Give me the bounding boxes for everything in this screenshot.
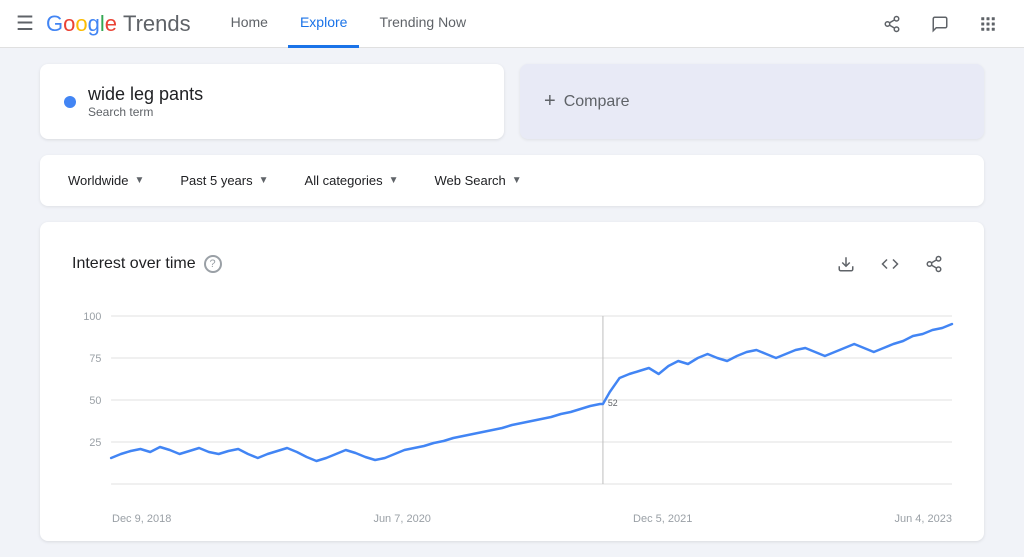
share-chart-button[interactable] (916, 246, 952, 282)
message-button[interactable] (920, 4, 960, 44)
trend-chart: 100 75 50 25 52 (72, 306, 952, 506)
chevron-down-icon: ▼ (512, 175, 522, 186)
svg-text:100: 100 (83, 311, 101, 323)
app-header: ☰ Google Trends Home Explore Trending No… (0, 0, 1024, 48)
svg-text:25: 25 (89, 437, 101, 449)
filter-search-type-label: Web Search (434, 173, 505, 188)
logo[interactable]: Google Trends (46, 11, 191, 37)
nav-home[interactable]: Home (219, 0, 280, 48)
filter-category[interactable]: All categories ▼ (293, 167, 411, 194)
chart-container: 100 75 50 25 52 Dec 9, 2018 Jun 7, 2020 … (72, 306, 952, 525)
chart-title: Interest over time (72, 255, 196, 273)
compare-plus-icon: + (544, 90, 556, 113)
compare-card[interactable]: + Compare (520, 64, 984, 139)
logo-g2: g (88, 11, 100, 37)
apps-button[interactable] (968, 4, 1008, 44)
header-actions (872, 4, 1008, 44)
x-label-3: Dec 5, 2021 (633, 513, 692, 525)
search-dot-indicator (64, 96, 76, 108)
x-axis-labels: Dec 9, 2018 Jun 7, 2020 Dec 5, 2021 Jun … (72, 513, 952, 525)
nav-trending-now[interactable]: Trending Now (367, 0, 478, 48)
filter-time-label: Past 5 years (180, 173, 252, 188)
logo-o1: o (63, 11, 75, 37)
svg-text:52: 52 (608, 398, 618, 408)
filter-region[interactable]: Worldwide ▼ (56, 167, 156, 194)
svg-text:75: 75 (89, 353, 101, 365)
filters-row: Worldwide ▼ Past 5 years ▼ All categorie… (40, 155, 984, 206)
embed-button[interactable] (872, 246, 908, 282)
share-button[interactable] (872, 4, 912, 44)
compare-label: Compare (564, 93, 630, 111)
filter-time[interactable]: Past 5 years ▼ (168, 167, 280, 194)
chevron-down-icon: ▼ (389, 175, 399, 186)
chevron-down-icon: ▼ (259, 175, 269, 186)
menu-icon[interactable]: ☰ (16, 11, 34, 36)
main-content: wide leg pants Search term + Compare Wor… (0, 48, 1024, 557)
download-button[interactable] (828, 246, 864, 282)
search-term-type: Search term (88, 105, 203, 119)
x-label-4: Jun 4, 2023 (894, 513, 952, 525)
filter-search-type[interactable]: Web Search ▼ (422, 167, 533, 194)
logo-trends: Trends (123, 11, 191, 37)
chart-card: Interest over time ? (40, 222, 984, 541)
search-compare-row: wide leg pants Search term + Compare (40, 64, 984, 139)
nav-explore[interactable]: Explore (288, 0, 359, 48)
x-label-1: Dec 9, 2018 (112, 513, 171, 525)
chart-title-row: Interest over time ? (72, 255, 222, 273)
search-term-name: wide leg pants (88, 84, 203, 105)
main-nav: Home Explore Trending Now (219, 0, 860, 48)
svg-text:50: 50 (89, 395, 101, 407)
logo-o2: o (75, 11, 87, 37)
logo-g: G (46, 11, 63, 37)
chart-actions (828, 246, 952, 282)
x-label-2: Jun 7, 2020 (373, 513, 431, 525)
logo-e: e (105, 11, 117, 37)
chart-header: Interest over time ? (72, 246, 952, 282)
filter-category-label: All categories (305, 173, 383, 188)
filter-region-label: Worldwide (68, 173, 128, 188)
chevron-down-icon: ▼ (134, 175, 144, 186)
search-term-card: wide leg pants Search term (40, 64, 504, 139)
help-icon[interactable]: ? (204, 255, 222, 273)
search-term-info: wide leg pants Search term (88, 84, 203, 119)
